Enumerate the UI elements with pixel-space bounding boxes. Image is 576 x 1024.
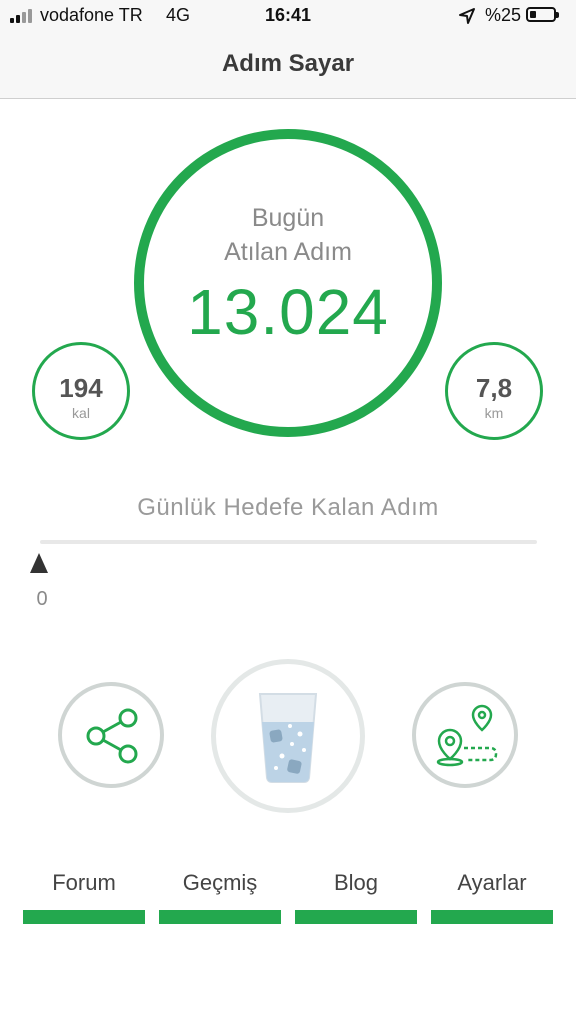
goal-progress-track xyxy=(40,540,537,544)
today-label: Bugün Atılan Adım xyxy=(144,201,432,269)
tab-settings[interactable]: Ayarlar xyxy=(431,870,553,924)
status-bar: vodafone TR 4G 16:41 %25 xyxy=(0,0,576,34)
goal-remaining-value: 0 xyxy=(36,588,48,610)
tab-settings-indicator xyxy=(431,910,553,924)
tab-forum[interactable]: Forum xyxy=(23,870,145,924)
distance-value: 7,8 xyxy=(475,373,513,403)
tab-blog-indicator xyxy=(295,910,417,924)
today-label-line1: Bugün xyxy=(251,204,325,232)
share-button[interactable] xyxy=(58,682,164,788)
water-glass-icon xyxy=(258,693,318,783)
tab-history-label: Geçmiş xyxy=(182,870,258,895)
tab-history[interactable]: Geçmiş xyxy=(159,870,281,924)
location-arrow-icon xyxy=(459,8,475,24)
today-label-line2: Atılan Adım xyxy=(224,238,352,266)
tab-settings-label: Ayarlar xyxy=(457,870,527,895)
route-map-icon xyxy=(436,704,498,767)
tab-forum-indicator xyxy=(23,910,145,924)
distance-badge: 7,8 km xyxy=(445,342,543,440)
battery-percent: %25 xyxy=(485,5,522,25)
tab-forum-label: Forum xyxy=(52,870,116,895)
progress-marker-icon xyxy=(30,553,48,573)
calories-value: 194 xyxy=(59,373,103,403)
tab-blog-label: Blog xyxy=(333,870,379,895)
page-title: Adım Sayar xyxy=(221,50,355,77)
calories-badge: 194 kal xyxy=(32,342,130,440)
goal-label: Günlük Hedefe Kalan Adım xyxy=(137,494,439,521)
tab-history-indicator xyxy=(159,910,281,924)
route-button[interactable] xyxy=(412,682,518,788)
step-count: 13.024 xyxy=(187,276,389,348)
battery-icon xyxy=(526,7,559,22)
tab-blog[interactable]: Blog xyxy=(295,870,417,924)
step-counter-ring: Bugün Atılan Adım 13.024 xyxy=(134,129,442,437)
water-button[interactable] xyxy=(211,659,365,813)
share-icon xyxy=(86,708,138,764)
distance-unit: km xyxy=(484,405,504,421)
calories-unit: kal xyxy=(72,405,90,421)
nav-bar: Adım Sayar xyxy=(0,34,576,99)
